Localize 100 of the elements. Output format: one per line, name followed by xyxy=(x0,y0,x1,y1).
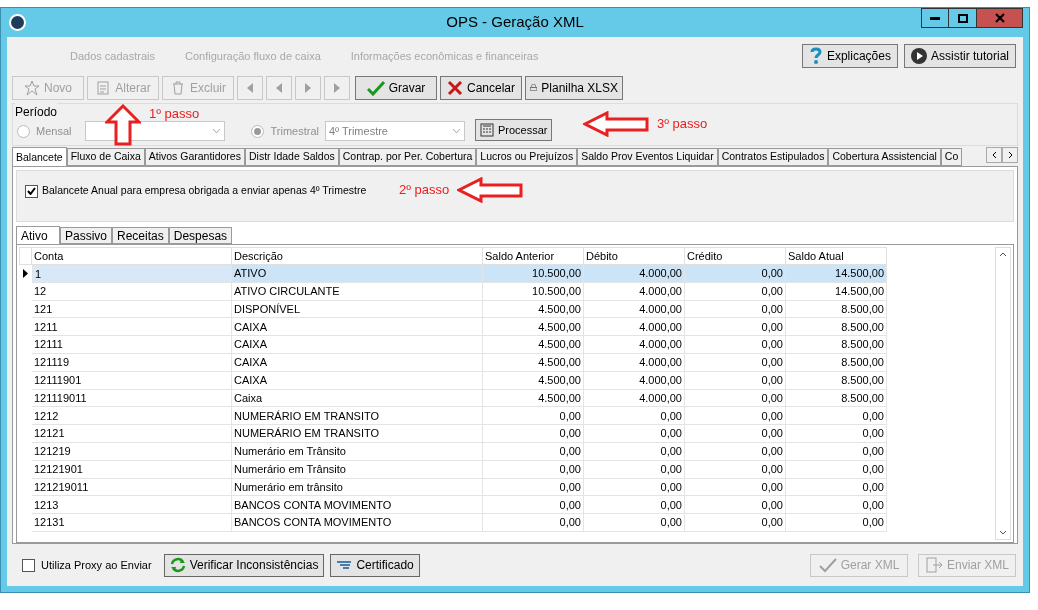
radio-button[interactable] xyxy=(17,124,30,138)
star-icon xyxy=(24,80,40,96)
table-cell: 0,00 xyxy=(483,514,584,532)
table-cell: 0,00 xyxy=(685,407,786,426)
table-cell: 12 xyxy=(32,282,232,301)
document-icon xyxy=(95,80,112,96)
table-cell: 0,00 xyxy=(786,425,887,443)
table-cell: DISPONÍVEL xyxy=(232,300,483,319)
column-header[interactable]: Débito xyxy=(584,247,685,265)
left-triangle-icon xyxy=(275,83,283,93)
toolbar-button[interactable]: Planilha XLSX xyxy=(525,76,623,100)
close-icon xyxy=(994,13,1005,23)
tab[interactable]: Lucros ou Prejuízos xyxy=(476,148,578,166)
table-cell: 121119011 xyxy=(32,389,232,408)
right-triangle-icon xyxy=(333,83,341,93)
column-header[interactable]: Conta xyxy=(32,247,232,265)
tab[interactable]: Contratos Estipulados xyxy=(717,148,829,166)
chevron-left-icon xyxy=(991,151,997,159)
table-cell: 4.500,00 xyxy=(483,354,584,372)
action-button[interactable]: Certificado xyxy=(330,553,420,577)
radio-button[interactable] xyxy=(251,124,265,138)
left-triangle-icon xyxy=(246,83,254,93)
tab[interactable]: Despesas xyxy=(168,227,233,244)
table-cell: 0,00 xyxy=(685,300,786,319)
table-cell: 0,00 xyxy=(584,407,685,426)
tab[interactable]: Balancete xyxy=(12,147,67,166)
chevron-down-icon xyxy=(451,128,461,134)
process-button[interactable]: Processar xyxy=(474,119,553,141)
scroll-right-button[interactable] xyxy=(1002,147,1018,163)
tab[interactable]: Ativos Garantidores xyxy=(144,148,245,166)
tab[interactable]: Distr Idade Saldos xyxy=(244,148,339,166)
table-cell: NUMERÁRIO EM TRANSITO xyxy=(232,425,483,443)
table-cell: Numerário em trânsito xyxy=(232,478,483,497)
refresh-icon xyxy=(169,557,186,573)
minimize-button[interactable] xyxy=(921,8,949,28)
play-icon xyxy=(910,48,927,64)
toolbar-button[interactable]: Cancelar xyxy=(440,76,522,100)
tab[interactable]: Saldo Prov Eventos Liquidar xyxy=(577,148,718,166)
table-cell: 4.500,00 xyxy=(483,336,584,354)
column-header[interactable]: Descrição xyxy=(232,247,483,265)
table-cell: 4.500,00 xyxy=(483,371,584,390)
close-button[interactable] xyxy=(977,8,1023,28)
table-cell: 0,00 xyxy=(685,318,786,337)
column-header[interactable]: Saldo Atual xyxy=(786,247,887,265)
table-cell: 4.000,00 xyxy=(584,300,685,319)
table-cell: 0,00 xyxy=(685,460,786,479)
table-cell: CAIXA xyxy=(232,318,483,337)
table-cell: BANCOS CONTA MOVIMENTO xyxy=(232,514,483,532)
chevron-down-icon xyxy=(212,128,222,134)
table-cell: 0,00 xyxy=(584,478,685,497)
annotation-label: 1º passo xyxy=(149,105,200,123)
table-cell: 1212 xyxy=(32,407,232,426)
tab[interactable]: Contrap. por Per. Cobertura xyxy=(338,148,477,166)
table-cell: 12111 xyxy=(32,336,232,354)
trash-icon xyxy=(170,80,186,96)
checkmark-icon xyxy=(366,80,385,96)
table-cell: 0,00 xyxy=(685,425,786,443)
column-header[interactable]: Crédito xyxy=(685,247,786,265)
annotation-label: 3º passo xyxy=(657,115,708,134)
column-header[interactable]: Saldo Anterior xyxy=(483,247,584,265)
tutorial-button[interactable]: Assistir tutorial xyxy=(903,44,1016,68)
help-button[interactable]: Explicações xyxy=(801,44,898,68)
table-cell: 0,00 xyxy=(483,478,584,497)
table-cell: Caixa xyxy=(232,389,483,408)
table-cell: 121219 xyxy=(32,442,232,461)
table-cell: 12121 xyxy=(32,425,232,443)
checkbox[interactable] xyxy=(25,184,38,198)
scroll-left-button[interactable] xyxy=(986,147,1003,163)
scrollbar[interactable] xyxy=(995,247,1011,540)
tab[interactable]: Fluxo de Caixa xyxy=(66,148,145,166)
table-cell: 8.500,00 xyxy=(786,389,887,408)
table-cell: 0,00 xyxy=(584,460,685,479)
table-cell: 1 xyxy=(32,265,232,283)
document-arrow-icon xyxy=(925,557,943,573)
tab[interactable]: Receitas xyxy=(112,227,169,244)
table-cell: 0,00 xyxy=(584,425,685,443)
toolbar-button[interactable]: Gravar xyxy=(355,76,437,100)
period-dropdown[interactable]: 4º Trimestre xyxy=(324,121,465,141)
checkbox[interactable] xyxy=(22,558,35,572)
table-cell: 12111901 xyxy=(32,371,232,390)
tab[interactable]: Cobertura Assistencial xyxy=(828,148,941,166)
table-cell: Numerário em Trânsito xyxy=(232,442,483,461)
table-cell: 1211 xyxy=(32,318,232,337)
checkbox-label: Utiliza Proxy ao Enviar xyxy=(41,557,152,573)
action-button[interactable]: Verificar Inconsistências xyxy=(163,553,325,577)
table-cell: 0,00 xyxy=(584,514,685,532)
table-cell: 10.500,00 xyxy=(483,282,584,301)
table-cell: 4.000,00 xyxy=(584,336,685,354)
table-cell: 121 xyxy=(32,300,232,319)
table-cell: 12121901 xyxy=(32,460,232,479)
table-cell: Numerário em Trânsito xyxy=(232,460,483,479)
radio-label: Mensal xyxy=(36,123,72,139)
table-cell: 0,00 xyxy=(685,371,786,390)
table-cell: 8.500,00 xyxy=(786,318,887,337)
app-logo-icon xyxy=(9,14,26,31)
table-cell: 0,00 xyxy=(483,442,584,461)
tab[interactable]: Co xyxy=(940,148,963,166)
tab[interactable]: Passivo xyxy=(60,227,113,244)
arrow-icon xyxy=(457,177,524,203)
window-title: OPS - Geração XML xyxy=(446,12,584,33)
